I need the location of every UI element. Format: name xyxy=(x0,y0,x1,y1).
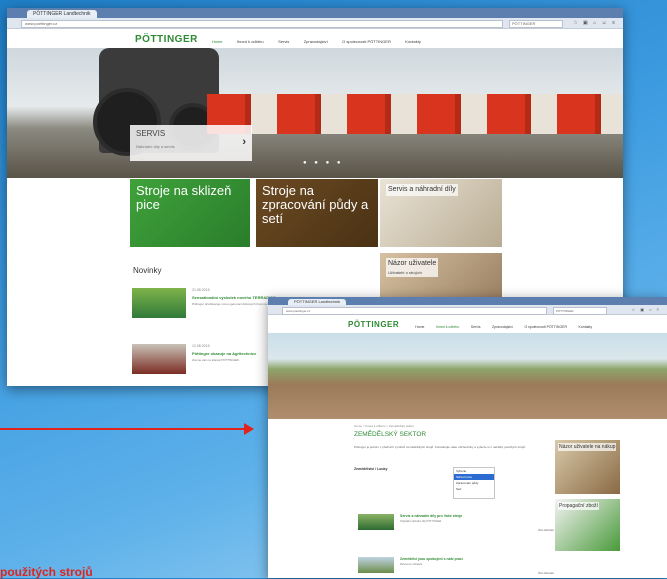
search-box[interactable]: PÖTTINGER xyxy=(509,20,563,28)
tile-sklizen-pice[interactable]: Stroje na sklizeň pice xyxy=(130,179,250,247)
browser-toolbar: www.poettinger.cz PÖTTINGER ☆ ▣ ⌂ ☺ ≡ xyxy=(7,18,623,29)
news-item[interactable]: Zemědělci jsou spokojeni s naší prací Re… xyxy=(358,557,554,575)
news-heading: Novinky xyxy=(133,266,162,275)
servis-subtitle: Náhradní díly a servis xyxy=(136,144,175,149)
news-thumbnail xyxy=(358,557,394,573)
nav-servis[interactable]: Servis xyxy=(278,39,289,44)
select-option[interactable]: Setí xyxy=(454,486,494,492)
side-tile-nazor[interactable]: Názor uživatele na nákup xyxy=(555,440,620,494)
toolbar-icons[interactable]: ☆ ▣ ⌂ ≡ xyxy=(632,307,661,312)
nav-ihned[interactable]: Ihned k odběru xyxy=(237,39,264,44)
main-nav: Home Ihned k odběru Servis Zpravodajství… xyxy=(415,315,599,333)
carousel-dots[interactable]: ● ● ● ● xyxy=(303,160,344,166)
servis-title: SERVIS xyxy=(136,129,166,138)
nav-o-spolecnosti[interactable]: O spolecnosti PÖTTINGER xyxy=(342,39,391,44)
site-header: PÖTTINGER Home Ihned k odběru Servis Zpr… xyxy=(7,29,623,49)
plough-image xyxy=(207,94,623,134)
website-screenshot-sector: PÖTTINGER Landtechnik www.poettinger.cz … xyxy=(268,297,667,578)
nav-o-spolecnosti[interactable]: O spolecnosti PÖTTINGER xyxy=(524,325,567,329)
site-header: PÖTTINGER Home Ihned k odběru Servis Zpr… xyxy=(268,315,667,333)
address-bar[interactable]: www.poettinger.cz xyxy=(282,307,547,315)
nav-zpravodajstvi[interactable]: Zpravodajství xyxy=(304,39,328,44)
tile-zpracovani-pudy[interactable]: Stroje na zpracování půdy a setí xyxy=(256,179,378,247)
browser-tab[interactable]: PÖTTINGER Landtechnik xyxy=(27,10,97,18)
field-hero-image xyxy=(268,333,667,419)
toolbar-icons[interactable]: ☆ ▣ ⌂ ☺ ≡ xyxy=(573,20,617,26)
more-link[interactable]: Více informací xyxy=(538,529,554,532)
search-box[interactable]: PÖTTINGER xyxy=(553,307,607,315)
nav-home[interactable]: Home xyxy=(212,39,223,44)
form-label: Zemědělství / Louky xyxy=(354,467,388,471)
side-tile-propagacni[interactable]: Propagační zboží xyxy=(555,499,620,551)
category-select[interactable]: Vyberte Sklizeň pice Zpracování půdy Set… xyxy=(453,467,495,499)
brand-logo[interactable]: PÖTTINGER xyxy=(348,320,399,329)
chevron-right-icon[interactable]: › xyxy=(242,136,246,148)
nav-ihned[interactable]: Ihned k odběru xyxy=(436,325,459,329)
tile-servis[interactable]: Servis a náhradní díly xyxy=(380,179,502,247)
browser-tab-strip: PÖTTINGER Landtechnik xyxy=(268,297,667,305)
nav-kontakty[interactable]: Kontakty xyxy=(405,39,421,44)
news-thumbnail xyxy=(358,514,394,530)
browser-tab-strip: PÖTTINGER Landtechnik xyxy=(7,8,623,18)
browser-toolbar: www.poettinger.cz PÖTTINGER ☆ ▣ ⌂ ≡ xyxy=(268,305,667,315)
address-bar[interactable]: www.poettinger.cz xyxy=(21,20,503,28)
red-arrow-line xyxy=(0,428,248,430)
nav-zpravodajstvi[interactable]: Zpravodajství xyxy=(492,325,513,329)
tile-nazor-uzivatele[interactable]: Názor uživatele Uživatelé o strojích xyxy=(380,253,502,303)
arrow-head-icon xyxy=(244,423,254,435)
more-link[interactable]: Více informací xyxy=(538,572,554,575)
main-nav: Home Ihned k odběru Servis Zpravodajství… xyxy=(212,30,431,48)
page-title: ZEMĚDĚLSKÝ SEKTOR xyxy=(354,431,427,438)
news-item[interactable]: Servis a náhradní díly pro Vaše stroje O… xyxy=(358,514,554,532)
servis-callout[interactable]: SERVIS Náhradní díly a servis › xyxy=(130,125,252,161)
nav-servis[interactable]: Servis xyxy=(471,325,481,329)
news-thumbnail xyxy=(132,288,186,318)
caption-text: použitých strojů xyxy=(0,565,93,579)
news-thumbnail xyxy=(132,344,186,374)
breadcrumb[interactable]: Home > Ihned k odběru > Zemědělský sekto… xyxy=(354,424,414,428)
intro-text: Pöttinger je jedním z předních výrobců z… xyxy=(354,445,526,449)
brand-logo[interactable]: PÖTTINGER xyxy=(135,34,198,45)
hero-banner: SERVIS Náhradní díly a servis › ● ● ● ● xyxy=(7,48,623,178)
nav-home[interactable]: Home xyxy=(415,325,424,329)
nav-kontakty[interactable]: Kontakty xyxy=(579,325,593,329)
